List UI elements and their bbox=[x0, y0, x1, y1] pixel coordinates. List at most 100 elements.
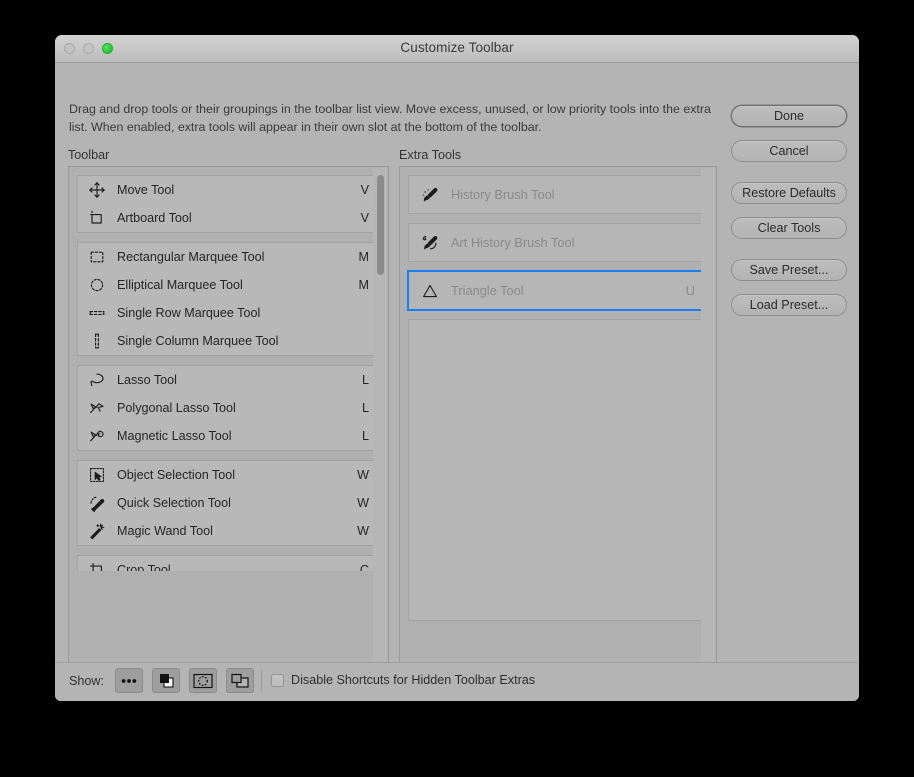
extra-tool-row[interactable]: History Brush Tool bbox=[408, 175, 708, 214]
toggle-extras-ellipsis[interactable] bbox=[115, 668, 143, 693]
tool-row[interactable]: Object Selection Tool W bbox=[78, 461, 379, 489]
disable-shortcuts-checkbox-row[interactable]: Disable Shortcuts for Hidden Toolbar Ext… bbox=[271, 673, 535, 687]
toolbar-list-content[interactable]: Move Tool V Artboard Tool V Rectangular Marq… bbox=[69, 167, 388, 666]
tool-row[interactable]: Single Column Marquee Tool bbox=[78, 327, 379, 355]
tool-row[interactable]: Artboard Tool V bbox=[78, 204, 379, 232]
tool-shortcut: V bbox=[360, 211, 369, 225]
extra-tools-drop-zone[interactable] bbox=[408, 319, 708, 621]
tool-shortcut: M bbox=[358, 278, 370, 292]
tool-name: Single Column Marquee Tool bbox=[117, 334, 279, 348]
lasso-tool-icon bbox=[86, 371, 108, 389]
single-column-marquee-tool-icon bbox=[86, 332, 108, 350]
tool-name: Crop Tool bbox=[117, 563, 171, 571]
toolbar-list-panel[interactable]: Move Tool V Artboard Tool V Rectangular Marq… bbox=[68, 166, 389, 667]
tool-name: History Brush Tool bbox=[451, 187, 555, 202]
object-selection-tool-icon bbox=[86, 466, 108, 484]
history-brush-tool-icon bbox=[418, 185, 442, 205]
tool-shortcut: C bbox=[359, 563, 369, 571]
done-button[interactable]: Done bbox=[731, 105, 847, 127]
toolbar-list-scrollbar-thumb[interactable] bbox=[376, 175, 384, 275]
extra-tools-column-label: Extra Tools bbox=[399, 148, 462, 162]
save-preset-button[interactable]: Save Preset... bbox=[731, 259, 847, 281]
tool-group[interactable]: Move Tool V Artboard Tool V bbox=[77, 175, 380, 233]
load-preset-button[interactable]: Load Preset... bbox=[731, 294, 847, 316]
triangle-tool-icon bbox=[418, 281, 442, 301]
tool-row[interactable]: Rectangular Marquee Tool M bbox=[78, 243, 379, 271]
tool-row[interactable]: Magic Wand Tool W bbox=[78, 517, 379, 545]
tool-name: Move Tool bbox=[117, 183, 175, 197]
tool-shortcut: L bbox=[361, 401, 369, 415]
tool-row[interactable]: Magnetic Lasso Tool L bbox=[78, 422, 379, 450]
tool-row[interactable]: Crop Tool C bbox=[78, 556, 379, 571]
tool-row[interactable]: Single Row Marquee Tool bbox=[78, 299, 379, 327]
dialog-footer: Show: Disable Shortcuts for Hidden Toolb… bbox=[55, 662, 859, 701]
extra-tools-list-content[interactable]: History Brush Tool Art History Brush Tool… bbox=[400, 167, 716, 666]
window-title: Customize Toolbar bbox=[400, 40, 514, 55]
tool-name: Magnetic Lasso Tool bbox=[117, 429, 232, 443]
tool-shortcut: W bbox=[357, 468, 369, 482]
tool-name: Art History Brush Tool bbox=[451, 235, 575, 250]
window-titlebar[interactable]: Customize Toolbar bbox=[55, 35, 859, 63]
tool-shortcut: L bbox=[361, 429, 369, 443]
ellipsis-extras-icon bbox=[121, 678, 137, 683]
show-label: Show: bbox=[69, 674, 105, 688]
tool-name: Rectangular Marquee Tool bbox=[117, 250, 265, 264]
tool-name: Polygonal Lasso Tool bbox=[117, 401, 236, 415]
clear-tools-button[interactable]: Clear Tools bbox=[731, 217, 847, 239]
tool-name: Magic Wand Tool bbox=[117, 524, 213, 538]
tool-name: Lasso Tool bbox=[117, 373, 177, 387]
tool-row[interactable]: Move Tool V bbox=[78, 176, 379, 204]
tool-name: Artboard Tool bbox=[117, 211, 192, 225]
toolbar-column-label: Toolbar bbox=[68, 148, 110, 162]
restore-defaults-button[interactable]: Restore Defaults bbox=[731, 182, 847, 204]
extra-tools-list-scrollbar[interactable] bbox=[701, 168, 715, 665]
toggle-foreground-background-colors[interactable] bbox=[152, 668, 180, 693]
toggle-quick-mask-mode[interactable] bbox=[189, 668, 217, 693]
screen-mode-icon bbox=[231, 673, 249, 688]
tool-row[interactable]: Lasso Tool L bbox=[78, 366, 379, 394]
toggle-screen-mode[interactable] bbox=[226, 668, 254, 693]
tool-shortcut: U bbox=[685, 283, 695, 298]
disable-shortcuts-label: Disable Shortcuts for Hidden Toolbar Ext… bbox=[291, 673, 536, 687]
cancel-button[interactable]: Cancel bbox=[731, 140, 847, 162]
magnetic-lasso-tool-icon bbox=[86, 427, 108, 445]
tool-shortcut: L bbox=[361, 373, 369, 387]
dialog-body: Drag and drop tools or their groupings i… bbox=[55, 63, 859, 701]
tool-name: Single Row Marquee Tool bbox=[117, 306, 261, 320]
extra-tool-row-selected[interactable]: Triangle Tool U bbox=[407, 270, 709, 311]
extra-tools-list-panel[interactable]: History Brush Tool Art History Brush Tool… bbox=[399, 166, 717, 667]
tool-shortcut: W bbox=[357, 496, 369, 510]
foreground-background-color-icon bbox=[159, 674, 174, 688]
customize-toolbar-dialog: Customize Toolbar Drag and drop tools or… bbox=[55, 35, 859, 701]
artboard-tool-icon bbox=[86, 209, 108, 227]
quick-selection-tool-icon bbox=[86, 494, 108, 512]
single-row-marquee-tool-icon bbox=[86, 304, 108, 322]
extra-tool-row[interactable]: Art History Brush Tool bbox=[408, 223, 708, 262]
tool-shortcut: V bbox=[360, 183, 369, 197]
tool-name: Quick Selection Tool bbox=[117, 496, 231, 510]
tool-group-partial[interactable]: Crop Tool C bbox=[77, 555, 380, 571]
art-history-brush-tool-icon bbox=[418, 233, 442, 253]
move-tool-icon bbox=[86, 181, 108, 199]
tool-group[interactable]: Object Selection Tool W Quick Selection To… bbox=[77, 460, 380, 546]
tool-group[interactable]: Lasso Tool L Polygonal Lasso Tool L Magnetic… bbox=[77, 365, 380, 451]
magic-wand-tool-icon bbox=[86, 522, 108, 540]
tool-name: Triangle Tool bbox=[451, 283, 524, 298]
tool-group[interactable]: Rectangular Marquee Tool M Elliptical Marq… bbox=[77, 242, 380, 356]
toolbar-list-scrollbar[interactable] bbox=[373, 168, 387, 665]
quick-mask-mode-icon bbox=[193, 673, 213, 688]
tool-row[interactable]: Polygonal Lasso Tool L bbox=[78, 394, 379, 422]
tool-name: Object Selection Tool bbox=[117, 468, 236, 482]
tool-shortcut: W bbox=[357, 524, 369, 538]
tool-row[interactable]: Quick Selection Tool W bbox=[78, 489, 379, 517]
tool-name: Elliptical Marquee Tool bbox=[117, 278, 243, 292]
rectangular-marquee-tool-icon bbox=[86, 248, 108, 266]
crop-tool-icon bbox=[86, 561, 108, 571]
elliptical-marquee-tool-icon bbox=[86, 276, 108, 294]
disable-shortcuts-checkbox[interactable] bbox=[271, 673, 284, 687]
footer-divider bbox=[261, 670, 262, 691]
tool-row[interactable]: Elliptical Marquee Tool M bbox=[78, 271, 379, 299]
tool-shortcut: M bbox=[358, 250, 370, 264]
dialog-description: Drag and drop tools or their groupings i… bbox=[69, 102, 711, 134]
polygonal-lasso-tool-icon bbox=[86, 399, 108, 417]
